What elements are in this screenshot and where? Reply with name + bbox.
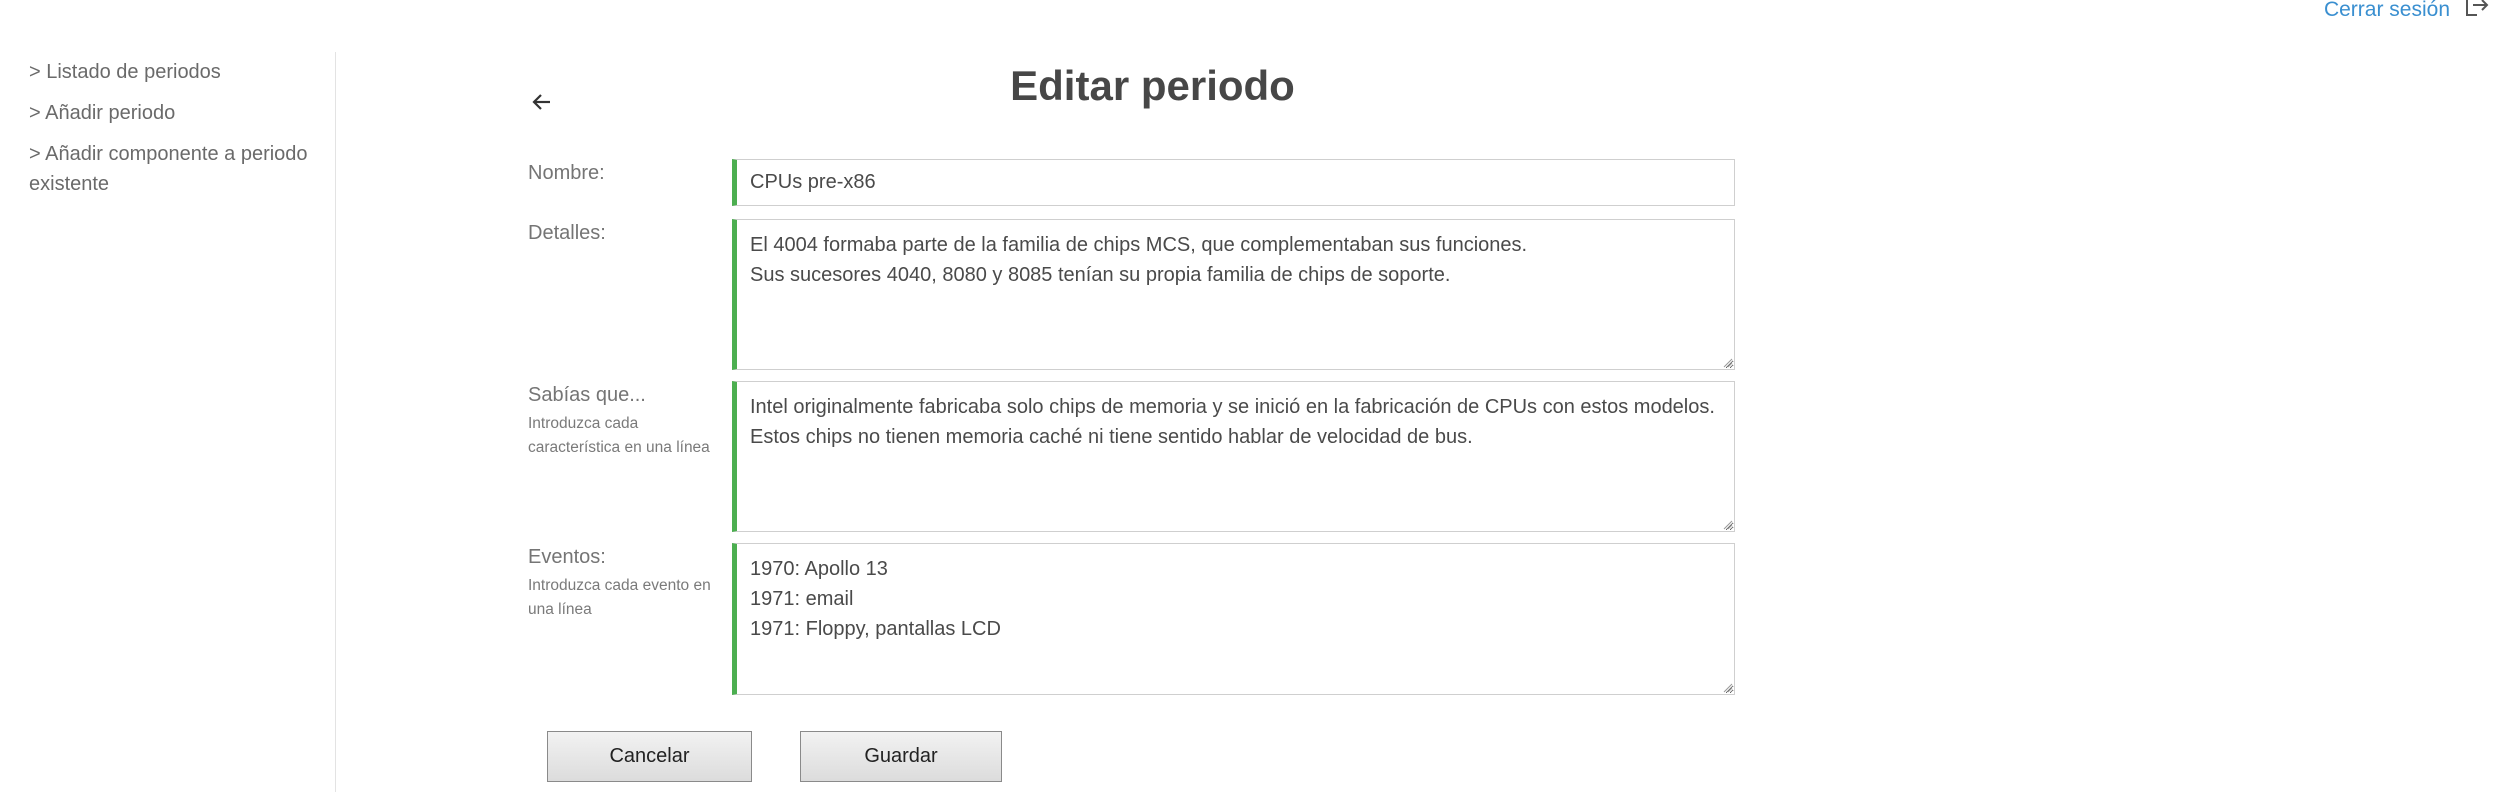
eventos-label-text: Eventos:: [528, 546, 606, 568]
logout-link[interactable]: Cerrar sesión: [2324, 0, 2490, 22]
nombre-input[interactable]: [737, 160, 1734, 205]
sidebar-item-listado-periodos[interactable]: > Listado de periodos: [29, 57, 329, 87]
sabias-hint: Introduzca cada característica en una lí…: [528, 415, 710, 456]
logout-icon: [2462, 0, 2490, 19]
eventos-hint: Introduzca cada evento en una línea: [528, 577, 711, 618]
page-title-container: Editar periodo: [880, 58, 1425, 114]
sidebar-item-anadir-periodo[interactable]: > Añadir periodo: [29, 98, 329, 128]
detalles-textarea[interactable]: [737, 220, 1734, 369]
detalles-label: Detalles:: [528, 220, 728, 246]
logout-label: Cerrar sesión: [2323, 0, 2450, 21]
detalles-label-text: Detalles:: [528, 222, 606, 244]
eventos-label: Eventos: Introduzca cada evento en una l…: [528, 544, 728, 622]
save-button[interactable]: Guardar: [800, 731, 1002, 782]
cancel-button[interactable]: Cancelar: [547, 731, 752, 782]
back-button[interactable]: [528, 88, 556, 116]
nombre-label-text: Nombre:: [528, 162, 605, 184]
nombre-field-container: [732, 159, 1735, 206]
sabias-textarea[interactable]: [737, 382, 1734, 531]
eventos-textarea[interactable]: [737, 544, 1734, 694]
resize-grip-icon[interactable]: [1721, 518, 1733, 530]
sabias-label-text: Sabías que...: [528, 384, 646, 406]
sabias-field-container: [732, 381, 1735, 532]
sabias-label: Sabías que... Introduzca cada caracterís…: [528, 382, 728, 460]
detalles-field-container: [732, 219, 1735, 370]
sidebar-item-anadir-componente[interactable]: > Añadir componente a periodo existente: [29, 139, 329, 199]
nombre-label: Nombre:: [528, 160, 728, 186]
eventos-field-container: [732, 543, 1735, 695]
page-title: Editar periodo: [1010, 62, 1295, 109]
arrow-left-icon: [532, 94, 550, 110]
resize-grip-icon[interactable]: [1721, 681, 1733, 693]
resize-grip-icon[interactable]: [1721, 356, 1733, 368]
sidebar: > Listado de periodos > Añadir periodo >…: [0, 52, 336, 792]
